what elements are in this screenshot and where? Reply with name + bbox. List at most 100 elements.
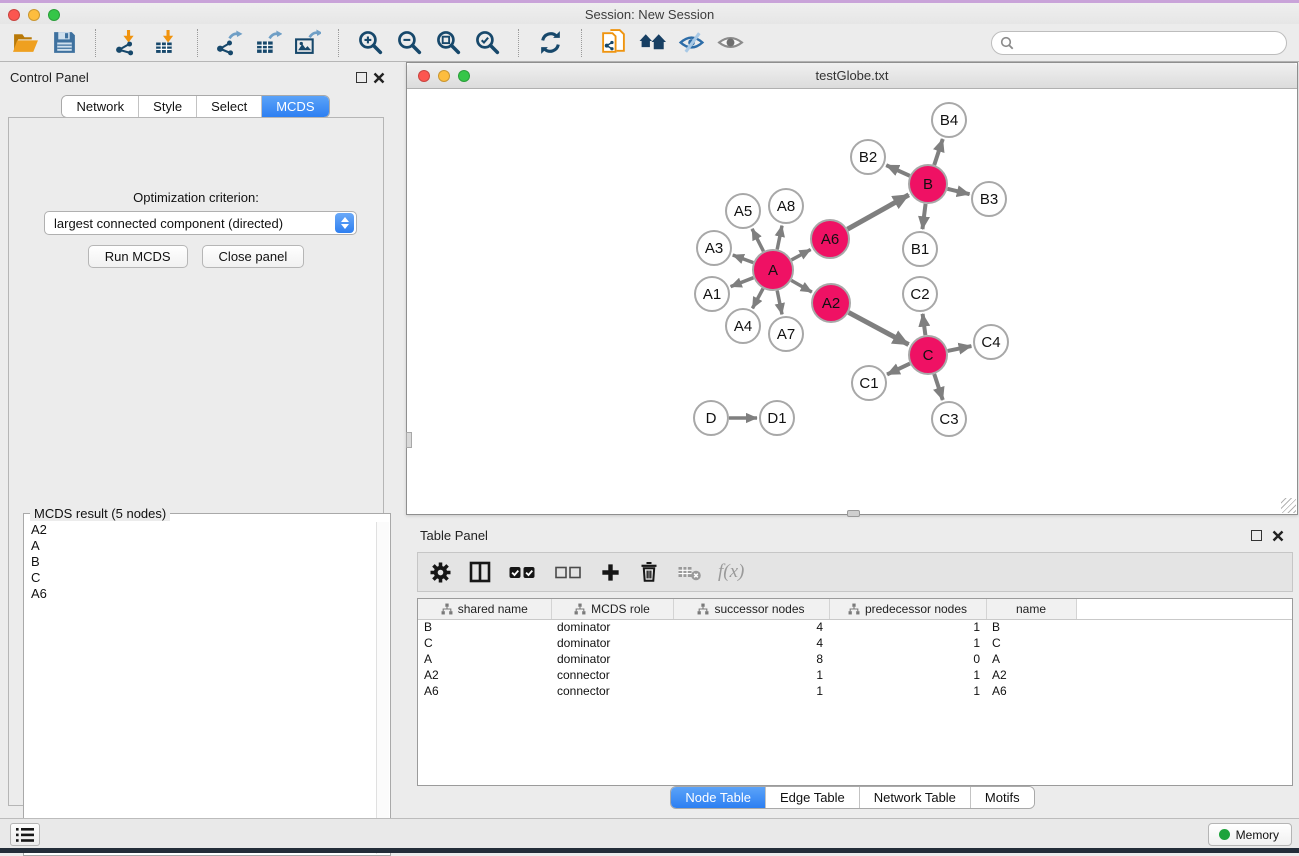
- cell-shared-name[interactable]: A: [418, 651, 551, 667]
- refresh-layout-button[interactable]: [535, 28, 565, 58]
- criterion-select[interactable]: largest connected component (directed): [44, 211, 357, 235]
- import-table-button[interactable]: [151, 28, 181, 58]
- cell-MCDS-role[interactable]: connector: [551, 667, 673, 683]
- table-row[interactable]: Bdominator41B: [418, 619, 1292, 635]
- column-header-successor-nodes[interactable]: successor nodes: [673, 599, 829, 619]
- zoom-out-button[interactable]: [394, 28, 424, 58]
- node-B1[interactable]: B1: [903, 232, 937, 266]
- tab-motifs[interactable]: Motifs: [970, 787, 1034, 808]
- mcds-result-item[interactable]: C: [25, 570, 376, 586]
- zoom-selected-button[interactable]: [472, 28, 502, 58]
- cell-name[interactable]: A: [986, 651, 1076, 667]
- edge-A-A6[interactable]: [791, 250, 810, 260]
- task-history-button[interactable]: [10, 823, 40, 846]
- delete-table-button[interactable]: [676, 558, 703, 586]
- edge-A-A8[interactable]: [777, 226, 782, 250]
- node-A7[interactable]: A7: [769, 317, 803, 351]
- export-network-button[interactable]: [214, 28, 244, 58]
- table-row[interactable]: Adominator80A: [418, 651, 1292, 667]
- node-C[interactable]: C: [909, 336, 947, 374]
- cell-successor-nodes[interactable]: 8: [673, 651, 829, 667]
- node-B3[interactable]: B3: [972, 182, 1006, 216]
- table-row[interactable]: Cdominator41C: [418, 635, 1292, 651]
- delete-column-button[interactable]: [637, 558, 661, 586]
- node-C2[interactable]: C2: [903, 277, 937, 311]
- edge-C-C2[interactable]: [923, 314, 926, 335]
- edge-A-A5[interactable]: [752, 229, 763, 251]
- column-header-shared-name[interactable]: shared name: [418, 599, 551, 619]
- search-input[interactable]: [1019, 35, 1278, 50]
- network-window-titlebar[interactable]: testGlobe.txt: [407, 63, 1297, 89]
- cell-shared-name[interactable]: B: [418, 619, 551, 635]
- node-C3[interactable]: C3: [932, 402, 966, 436]
- node-A[interactable]: A: [753, 250, 793, 290]
- zoom-in-button[interactable]: [355, 28, 385, 58]
- show-columns-button[interactable]: [468, 558, 492, 586]
- function-builder-button[interactable]: f(x): [718, 558, 744, 586]
- cell-name[interactable]: B: [986, 619, 1076, 635]
- copy-network-button[interactable]: [598, 28, 628, 58]
- node-A4[interactable]: A4: [726, 309, 760, 343]
- mcds-result-list[interactable]: A2ABCA6: [25, 522, 376, 854]
- cell-predecessor-nodes[interactable]: 1: [829, 619, 986, 635]
- home-view-button[interactable]: [637, 28, 667, 58]
- edge-A-A4[interactable]: [752, 289, 763, 309]
- cell-MCDS-role[interactable]: dominator: [551, 635, 673, 651]
- column-header-name[interactable]: name: [986, 599, 1076, 619]
- cell-MCDS-role[interactable]: dominator: [551, 619, 673, 635]
- edge-B-B2[interactable]: [886, 165, 910, 176]
- tab-edge-table[interactable]: Edge Table: [765, 787, 859, 808]
- tab-network[interactable]: Network: [62, 96, 138, 117]
- add-column-button[interactable]: [599, 558, 622, 586]
- node-D1[interactable]: D1: [760, 401, 794, 435]
- node-A6[interactable]: A6: [811, 220, 849, 258]
- node-A8[interactable]: A8: [769, 189, 803, 223]
- node-B4[interactable]: B4: [932, 103, 966, 137]
- save-session-button[interactable]: [49, 28, 79, 58]
- table-float-panel-icon[interactable]: [1251, 530, 1262, 541]
- node-C1[interactable]: C1: [852, 366, 886, 400]
- cell-name[interactable]: A2: [986, 667, 1076, 683]
- edge-B-B1[interactable]: [922, 204, 925, 229]
- import-network-button[interactable]: [112, 28, 142, 58]
- cell-successor-nodes[interactable]: 1: [673, 683, 829, 699]
- select-all-button[interactable]: [507, 558, 538, 586]
- edge-B-B4[interactable]: [934, 139, 943, 165]
- close-panel-button[interactable]: Close panel: [202, 245, 305, 268]
- edge-C-C1[interactable]: [887, 364, 910, 375]
- column-header-MCDS-role[interactable]: MCDS role: [551, 599, 673, 619]
- mcds-result-item[interactable]: A6: [25, 586, 376, 602]
- edge-A2-C[interactable]: [849, 312, 909, 344]
- tab-node-table[interactable]: Node Table: [671, 787, 765, 808]
- cell-predecessor-nodes[interactable]: 1: [829, 667, 986, 683]
- edge-A-A3[interactable]: [733, 255, 754, 263]
- panel-divider-grip[interactable]: [406, 432, 412, 448]
- node-A3[interactable]: A3: [697, 231, 731, 265]
- table-row[interactable]: A2connector11A2: [418, 667, 1292, 683]
- memory-button[interactable]: Memory: [1208, 823, 1292, 846]
- cell-shared-name[interactable]: A6: [418, 683, 551, 699]
- edge-A-A1[interactable]: [731, 278, 754, 287]
- tab-mcds[interactable]: MCDS: [261, 96, 328, 117]
- zoom-fit-button[interactable]: [433, 28, 463, 58]
- node-A1[interactable]: A1: [695, 277, 729, 311]
- edge-A-A2[interactable]: [791, 280, 812, 292]
- cell-predecessor-nodes[interactable]: 1: [829, 635, 986, 651]
- cell-MCDS-role[interactable]: connector: [551, 683, 673, 699]
- cell-successor-nodes[interactable]: 1: [673, 667, 829, 683]
- edge-B-B3[interactable]: [947, 189, 969, 194]
- settings-gear-button[interactable]: [428, 558, 453, 586]
- mcds-result-item[interactable]: A: [25, 538, 376, 554]
- node-B2[interactable]: B2: [851, 140, 885, 174]
- bottom-divider-grip[interactable]: [847, 510, 860, 517]
- cell-name[interactable]: A6: [986, 683, 1076, 699]
- tab-network-table[interactable]: Network Table: [859, 787, 970, 808]
- table-row[interactable]: A6connector11A6: [418, 683, 1292, 699]
- node-A5[interactable]: A5: [726, 194, 760, 228]
- table-close-panel-icon[interactable]: [1272, 530, 1284, 542]
- search-field[interactable]: [991, 31, 1287, 55]
- edge-C-C3[interactable]: [934, 374, 943, 400]
- mcds-result-item[interactable]: B: [25, 554, 376, 570]
- deselect-all-button[interactable]: [553, 558, 584, 586]
- float-panel-icon[interactable]: [356, 72, 367, 83]
